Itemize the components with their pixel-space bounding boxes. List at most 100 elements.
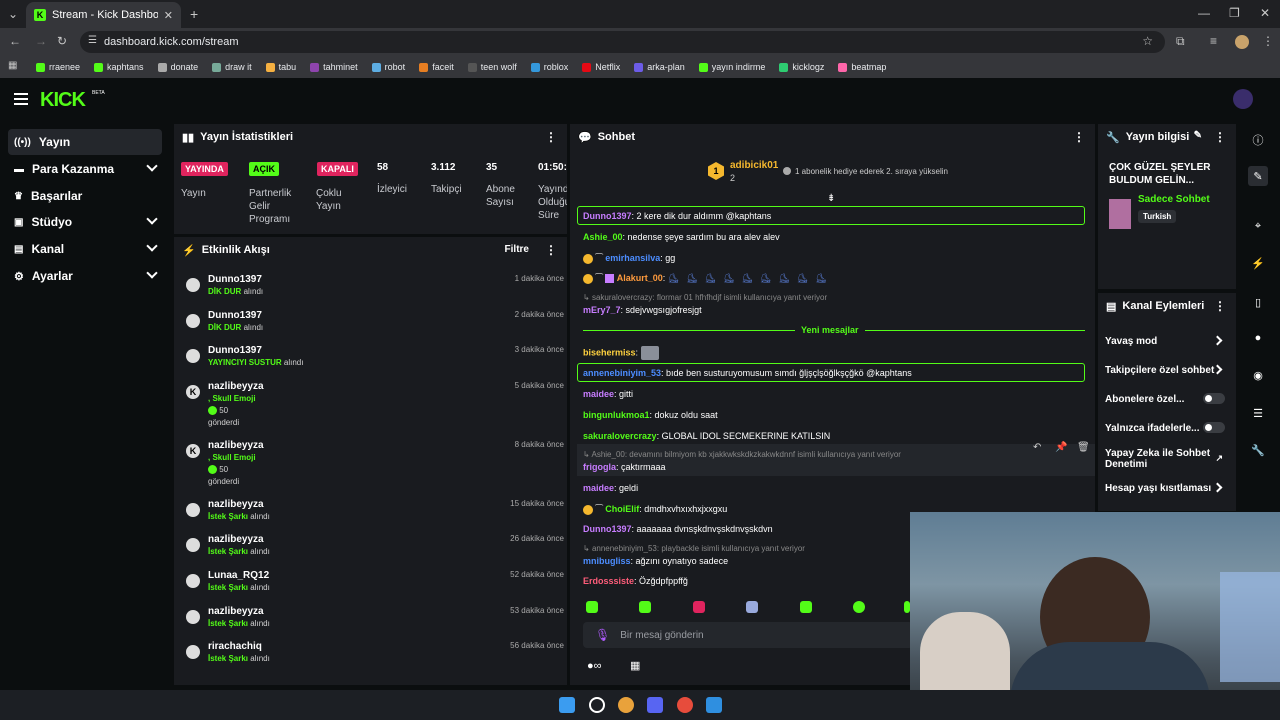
reward-icon [186, 314, 200, 328]
bookmark-item[interactable]: kaphtans [94, 62, 144, 72]
followers-only-row[interactable]: Takipçilere özel sohbet [1105, 363, 1225, 377]
event-feed-menu-icon[interactable]: ⋮ [545, 243, 557, 257]
reload-icon[interactable]: ↻ [57, 34, 67, 48]
emote-icon[interactable] [586, 601, 598, 613]
user-avatar[interactable] [1233, 89, 1253, 109]
lightning-icon[interactable]: ⚡ [1248, 253, 1268, 273]
pin-icon[interactable]: 📌 [1055, 442, 1067, 453]
bookmark-item[interactable]: faceit [419, 62, 454, 72]
browser-menu-icon[interactable]: ⋮ [1262, 34, 1274, 48]
windows-start-icon[interactable] [559, 697, 575, 713]
subscribers-only-toggle[interactable] [1203, 393, 1225, 404]
category-name[interactable]: Sadece Sohbet [1138, 194, 1210, 205]
reply-context: ↳ annenebiniyim_53: playbackle isimli ku… [583, 544, 805, 553]
bookmark-item[interactable]: arka-plan [634, 62, 685, 72]
radio-icon[interactable]: ◉ [1248, 365, 1268, 385]
bookmark-icon [94, 62, 104, 72]
chat-menu-icon[interactable]: ⋮ [1073, 130, 1085, 144]
stats-panel: ▮▮ Yayın İstatistikleri ⋮ YAYINDA Yayın … [174, 124, 567, 234]
profile-avatar[interactable] [1235, 35, 1249, 49]
site-info-icon[interactable]: ☰ [88, 35, 97, 46]
media-icon[interactable]: ≡ [1210, 34, 1217, 48]
slow-mode-row[interactable]: Yavaş mod [1105, 334, 1225, 348]
sidebar-item-yayin[interactable]: ((•)) Yayın [8, 129, 162, 155]
bookmark-star-icon[interactable]: ☆ [1142, 34, 1153, 48]
kick-logo[interactable]: KICK [40, 89, 86, 112]
document-icon[interactable]: ▯ [1248, 292, 1268, 312]
chat-input[interactable]: 🎙 Bir mesaj gönderin [583, 622, 913, 648]
scroll-to-pinned-icon[interactable]: ⇟ [827, 193, 835, 204]
emotes-only-toggle[interactable] [1203, 422, 1225, 433]
category-thumbnail [1109, 199, 1131, 229]
extensions-icon[interactable]: ⧉ [1176, 34, 1185, 49]
browser-tab[interactable]: K Stream - Kick Dashboard ✕ [26, 2, 181, 28]
crosshair-icon[interactable]: ⌖ [1248, 216, 1268, 236]
bookmark-item[interactable]: teen wolf [467, 62, 517, 72]
maximize-icon[interactable]: ❐ [1229, 6, 1240, 20]
bookmark-item[interactable]: roblox [530, 62, 568, 72]
bookmark-item[interactable]: Netflix [582, 62, 620, 72]
bookmark-item[interactable]: yayın indirme [698, 62, 765, 72]
tab-close-icon[interactable]: ✕ [164, 9, 173, 22]
chat-message[interactable]: frigogla: çaktırmaaa [583, 462, 666, 472]
stats-menu-icon[interactable]: ⋮ [545, 130, 557, 144]
edit-icon[interactable]: ✎ [1194, 130, 1202, 141]
tab-search-icon[interactable]: ⌄ [8, 7, 18, 21]
bookmark-item[interactable]: rraenee [36, 62, 80, 72]
apps-grid-icon[interactable]: ▦ [8, 60, 17, 71]
chrome-icon[interactable] [618, 697, 634, 713]
discord-icon[interactable] [647, 697, 663, 713]
reward-icon [186, 349, 200, 363]
hamburger-menu-icon[interactable] [14, 93, 28, 105]
delete-icon[interactable]: 🗑 [1077, 442, 1090, 453]
bookmark-item[interactable]: draw it [212, 62, 252, 72]
sidebar-item-para-kazanma[interactable]: ▬ Para Kazanma [8, 156, 162, 182]
search-icon[interactable] [589, 697, 605, 713]
chat-title: Sohbet [597, 131, 635, 143]
bookmark-item[interactable]: beatmap [838, 62, 886, 72]
bookmark-item[interactable]: tabu [265, 62, 296, 72]
sub-badge-icon [583, 273, 593, 284]
account-age-row[interactable]: Hesap yaşı kısıtlaması [1105, 481, 1225, 495]
bookmark-item[interactable]: robot [371, 62, 405, 72]
emote-icon[interactable] [853, 601, 865, 613]
bookmark-item[interactable]: tahminet [310, 62, 358, 72]
back-icon[interactable]: ← [9, 34, 21, 48]
bookmark-item[interactable]: donate [157, 62, 198, 72]
kick-coin-icon: K [186, 385, 200, 399]
app-icon[interactable] [706, 697, 722, 713]
chat-icon[interactable]: ● [1248, 328, 1268, 348]
chat-users-icon[interactable]: ●∞ [587, 660, 602, 672]
app-icon[interactable] [677, 697, 693, 713]
sidebar-item-ayarlar[interactable]: ⚙ Ayarlar [8, 263, 162, 289]
ai-moderation-row[interactable]: Yapay Zeka ile Sohbet Denetimi ↗ [1105, 447, 1225, 471]
tools-icon[interactable]: 🔧 [1248, 440, 1268, 460]
reply-icon[interactable]: ↶ [1033, 442, 1041, 453]
sidebar-item-kanal[interactable]: ▤ Kanal [8, 236, 162, 262]
emote-icon[interactable] [746, 601, 758, 613]
channel-actions-menu-icon[interactable]: ⋮ [1214, 299, 1226, 313]
chat-message: ⁀ ChoiElif: dmdhxvhxıxhxjxxgxu [583, 504, 727, 515]
bookmark-item[interactable]: kicklogz [779, 62, 824, 72]
reward-icon [186, 503, 200, 517]
address-bar[interactable]: ☰ dashboard.kick.com/stream ☆ [80, 31, 1165, 53]
sidebar-item-studyo[interactable]: ▣ Stüdyo [8, 209, 162, 235]
emote-row: ⛸⛸⛸⛸⛸⛸⛸⛸⛸ [667, 273, 834, 283]
forward-icon[interactable]: → [35, 34, 47, 48]
info-icon[interactable]: ⓘ [1248, 130, 1268, 150]
list-icon[interactable]: ☰ [1248, 403, 1268, 423]
event-item: Knazlibeyyza, Skull Emoji 50 gönderdi 8 da… [184, 440, 564, 496]
emote-icon[interactable] [639, 601, 651, 613]
emote-icon[interactable] [693, 601, 705, 613]
new-tab-icon[interactable]: + [190, 6, 198, 22]
emote-icon[interactable] [800, 601, 812, 613]
store-icon[interactable]: ▦ [630, 659, 640, 672]
bookmark-icon [265, 62, 275, 72]
minimize-icon[interactable]: — [1198, 6, 1210, 20]
filter-button[interactable]: Filtre [505, 244, 529, 255]
close-window-icon[interactable]: ✕ [1260, 6, 1270, 20]
sidebar-item-basarilar[interactable]: ♛ Başarılar [8, 183, 162, 209]
pencil-icon[interactable]: ✎ [1248, 166, 1268, 186]
microphone-icon[interactable]: 🎙 [595, 628, 610, 642]
stream-info-menu-icon[interactable]: ⋮ [1214, 130, 1226, 144]
